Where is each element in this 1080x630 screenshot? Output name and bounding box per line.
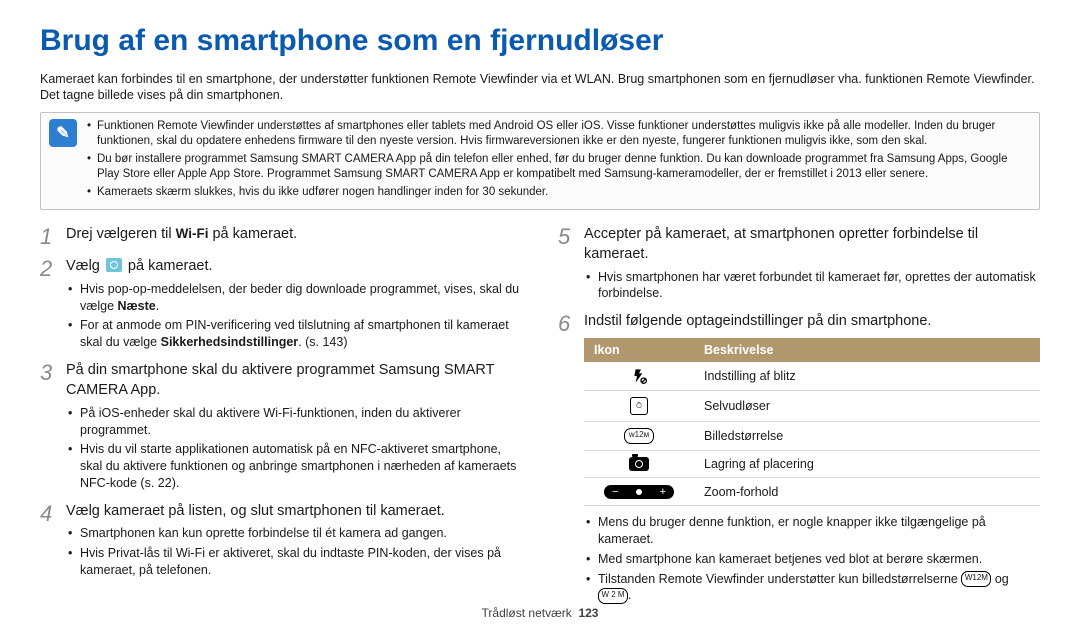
table-cell: Billedstørrelse [694,421,1040,450]
table-cell: Zoom-forhold [694,478,1040,506]
table-cell: Lagring af placering [694,450,1040,478]
table-cell: Selvudløser [694,390,1040,421]
step-text: Vælg på kameraet. [66,256,522,276]
step-sub-item: Tilstanden Remote Viewfinder understøtte… [584,571,1040,605]
bullet-icon [87,119,97,149]
step-6: 6 Indstil følgende optageindstillinger p… [558,311,1040,607]
note-text: Kameraets skærm slukkes, hvis du ikke ud… [97,185,548,200]
step-number: 3 [40,360,66,495]
bullet-icon [586,571,598,605]
step-sub-item: Hvis pop-op-meddelelsen, der beder dig d… [66,281,522,315]
content-columns: 1 Drej vælgeren til Wi-Fi på kameraet. 2… [40,224,1040,613]
step-sub-item: Smartphonen kan kun oprette forbindelse … [66,525,522,542]
wifi-label: Wi-Fi [176,226,209,241]
step-1: 1 Drej vælgeren til Wi-Fi på kameraet. [40,224,522,250]
left-column: 1 Drej vælgeren til Wi-Fi på kameraet. 2… [40,224,522,613]
footer-section: Trådløst netværk [482,606,572,620]
step-sub-item: Hvis Privat-lås til Wi-Fi er aktiveret, … [66,545,522,579]
flash-icon [584,362,694,391]
table-header-desc: Beskrivelse [694,338,1040,362]
page-title: Brug af en smartphone som en fjernudløse… [40,24,1040,58]
bullet-icon [68,525,80,542]
table-cell: Indstilling af blitz [694,362,1040,391]
size-badge-12m: W12M [961,571,991,587]
bullet-icon [87,152,97,182]
size-badge-2m: W 2 M [598,588,628,604]
step-sub-item: For at anmode om PIN-verificering ved ti… [66,317,522,351]
note-box: ✎ Funktionen Remote Viewfinder understøt… [40,112,1040,210]
step-4: 4 Vælg kameraet på listen, og slut smart… [40,501,522,582]
table-header-icon: Ikon [584,338,694,362]
step-text: Vælg kameraet på listen, og slut smartph… [66,501,522,521]
note-text: Du bør installere programmet Samsung SMA… [97,152,1031,182]
remote-viewfinder-icon [106,258,122,272]
settings-table: Ikon Beskrivelse Indstilling af blitz [584,338,1040,506]
right-column: 5 Accepter på kameraet, at smartphonen o… [558,224,1040,613]
step-sub-item: Hvis smartphonen har været forbundet til… [584,269,1040,303]
bullet-icon [586,269,598,303]
step-sub-item: På iOS-enheder skal du aktivere Wi-Fi-fu… [66,405,522,439]
bullet-icon [87,185,97,200]
step-sub-item: Hvis du vil starte applikationen automat… [66,441,522,492]
page-footer: Trådløst netværk 123 [0,606,1080,620]
camera-icon [584,450,694,478]
step-number: 2 [40,256,66,354]
step-text: På din smartphone skal du aktivere progr… [66,360,522,401]
timer-icon: ⏱ [584,390,694,421]
table-row: ⏱ Selvudløser [584,390,1040,421]
note-text: Funktionen Remote Viewfinder understøtte… [97,119,1031,149]
bullet-icon [68,281,80,315]
step-number: 1 [40,224,66,250]
step-number: 4 [40,501,66,582]
note-list: Funktionen Remote Viewfinder understøtte… [87,119,1031,203]
note-item: Funktionen Remote Viewfinder understøtte… [87,119,1031,149]
step-text: Indstil følgende optageindstillinger på … [584,311,1040,331]
step-text: Drej vælgeren til Wi-Fi på kameraet. [66,224,522,244]
note-icon: ✎ [49,119,77,147]
image-size-icon: w12ᴍ [584,421,694,450]
table-row: w12ᴍ Billedstørrelse [584,421,1040,450]
document-page: Brug af en smartphone som en fjernudløse… [0,0,1080,630]
step-5: 5 Accepter på kameraet, at smartphonen o… [558,224,1040,305]
bullet-icon [68,545,80,579]
bullet-icon [586,551,598,568]
step-3: 3 På din smartphone skal du aktivere pro… [40,360,522,495]
step-number: 6 [558,311,584,607]
note-item: Kameraets skærm slukkes, hvis du ikke ud… [87,185,1031,200]
step-text: Accepter på kameraet, at smartphonen opr… [584,224,1040,265]
bullet-icon [68,317,80,351]
step-2: 2 Vælg på kameraet. Hvis pop-op-meddelel… [40,256,522,354]
bullet-icon [586,514,598,548]
table-row: Lagring af placering [584,450,1040,478]
zoom-icon [584,478,694,506]
page-number: 123 [578,606,598,620]
note-item: Du bør installere programmet Samsung SMA… [87,152,1031,182]
intro-paragraph: Kameraet kan forbindes til en smartphone… [40,71,1040,105]
table-row: Indstilling af blitz [584,362,1040,391]
bullet-icon [68,405,80,439]
step-sub-item: Mens du bruger denne funktion, er nogle … [584,514,1040,548]
table-row: Zoom-forhold [584,478,1040,506]
step-number: 5 [558,224,584,305]
step-sub-item: Med smartphone kan kameraet betjenes ved… [584,551,1040,568]
bullet-icon [68,441,80,492]
